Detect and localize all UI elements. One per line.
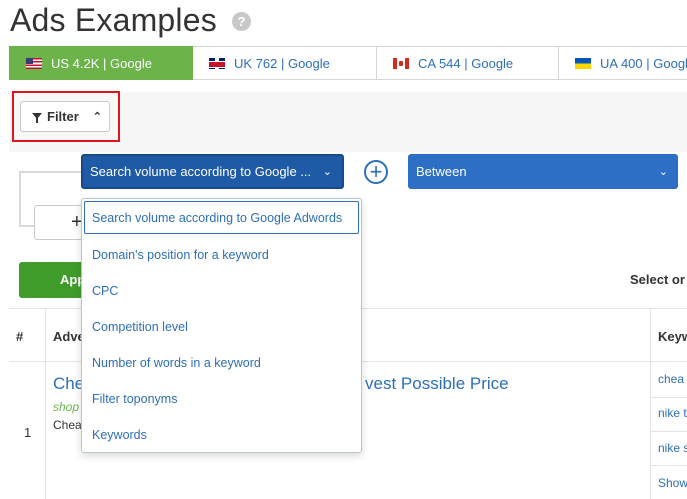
dropdown-option[interactable]: Search volume according to Google Adword… (92, 211, 342, 225)
field-select-value: Search volume according to Google ... (90, 164, 312, 179)
tab-ca[interactable]: CA 544 | Google (377, 46, 559, 80)
field-select[interactable]: Search volume according to Google ... ⌄ (81, 154, 344, 189)
keyword-link[interactable]: nike t (658, 406, 687, 420)
row-divider (650, 465, 687, 466)
dropdown-option[interactable]: Competition level (92, 320, 188, 334)
tree-connector (19, 173, 21, 227)
apply-button[interactable]: Apply (19, 262, 89, 298)
keyword-link[interactable]: nike s (658, 441, 687, 455)
tab-ua[interactable]: UA 400 | Google (559, 46, 687, 80)
select-label: Select or S (630, 272, 687, 287)
row-number: 1 (24, 425, 32, 440)
highlight-box (12, 91, 120, 142)
ad-description: Chea (53, 418, 82, 432)
dropdown-option[interactable]: Domain's position for a keyword (92, 248, 269, 262)
tree-connector (19, 225, 35, 227)
page-title: Ads Examples (10, 2, 217, 38)
help-icon[interactable]: ? (232, 12, 251, 31)
operator-select-value: Between (416, 164, 467, 179)
tree-connector (19, 171, 81, 173)
column-header-keywords[interactable]: Keyw (658, 329, 687, 344)
show-more-link[interactable]: Show (658, 476, 687, 490)
keyword-link[interactable]: chea (658, 372, 684, 386)
uk-flag-icon (209, 57, 225, 69)
ad-url: shop (53, 400, 80, 414)
ad-title-link[interactable]: vest Possible Price (365, 374, 509, 394)
dropdown-option[interactable]: Number of words in a keyword (92, 356, 261, 370)
ua-flag-icon (575, 57, 591, 69)
tab-us[interactable]: US 4.2K | Google (9, 46, 193, 80)
dropdown-option[interactable]: CPC (92, 284, 118, 298)
dropdown-option[interactable]: Keywords (92, 428, 147, 442)
chevron-down-icon: ⌄ (322, 166, 332, 178)
add-rule-icon[interactable]: + (364, 160, 388, 184)
tab-label: UA 400 | Google (600, 55, 687, 71)
us-flag-icon (26, 57, 42, 69)
column-divider (45, 308, 46, 499)
row-divider (650, 431, 687, 432)
tab-uk[interactable]: UK 762 | Google (193, 46, 377, 80)
row-divider (650, 397, 687, 398)
field-dropdown-menu: Search volume according to Google Adword… (81, 198, 362, 453)
ca-flag-icon (393, 57, 409, 69)
database-tabs: US 4.2K | Google UK 762 | Google CA 544 … (9, 46, 687, 80)
tab-label: CA 544 | Google (418, 55, 514, 71)
operator-select[interactable]: Between ⌄ (408, 154, 678, 189)
tab-label: UK 762 | Google (234, 55, 330, 71)
column-header-num: # (16, 329, 24, 344)
ad-title-link[interactable]: Che (53, 374, 84, 394)
column-divider (650, 308, 651, 499)
dropdown-option[interactable]: Filter toponyms (92, 392, 177, 406)
chevron-down-icon: ⌄ (658, 166, 668, 178)
tab-label: US 4.2K | Google (51, 55, 152, 71)
